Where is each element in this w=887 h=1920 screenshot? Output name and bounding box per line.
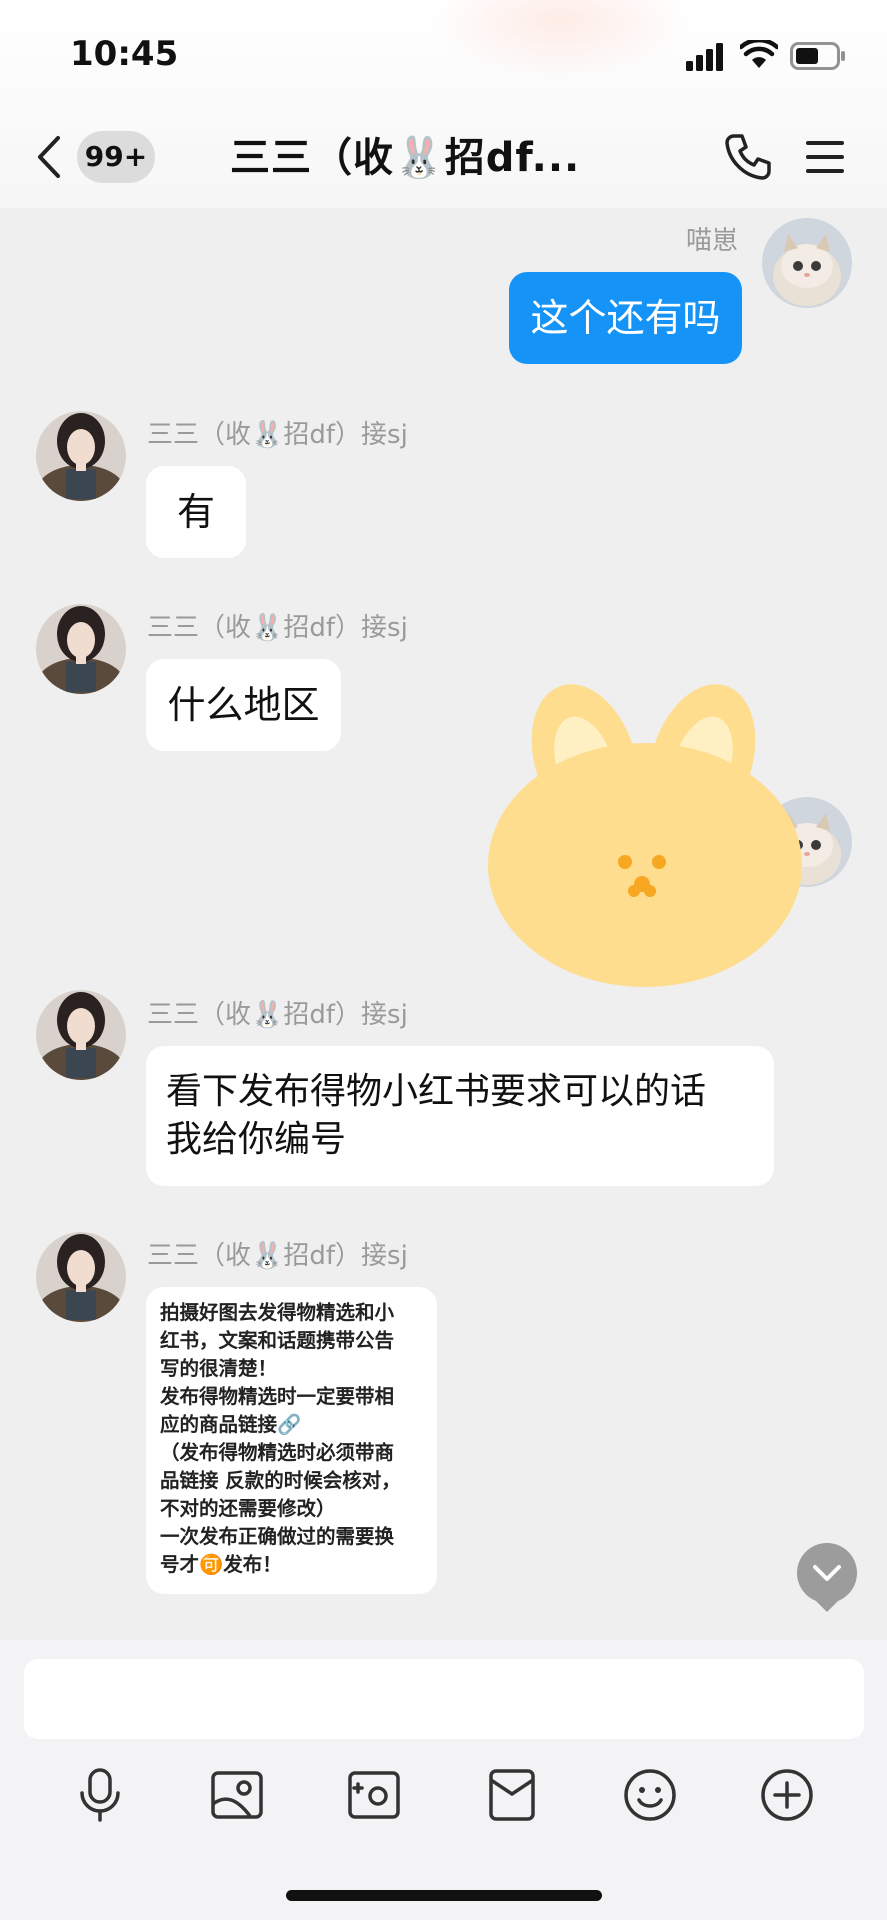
message-bubble-outgoing[interactable]: 这个还有吗 xyxy=(509,272,742,364)
red-packet-icon[interactable] xyxy=(488,1768,536,1822)
yellow-bunny-sticker[interactable] xyxy=(485,665,805,995)
contact-avatar[interactable] xyxy=(36,604,126,694)
scroll-button-tail xyxy=(815,1600,839,1612)
my-avatar[interactable] xyxy=(762,218,852,308)
contact-avatar[interactable] xyxy=(36,1232,126,1322)
message-line: 不对的还需要修改） xyxy=(160,1497,336,1520)
message-line: 号才🉑发布！ xyxy=(160,1553,282,1576)
message-bubble-incoming[interactable]: 拍摄好图去发得物精选和小 红书，文案和话题携带公告 写的很清楚！ 发布得物精选时… xyxy=(146,1287,437,1594)
chat-title: 三三（收🐰招df... xyxy=(230,135,581,181)
cat-avatar-image xyxy=(762,218,852,308)
contact-avatar-image xyxy=(36,604,126,694)
signal-icon xyxy=(686,43,723,71)
message-line: 看下发布得物小红书要求可以的话 xyxy=(166,1071,707,1112)
contact-avatar[interactable] xyxy=(36,990,126,1080)
message-bubble-incoming[interactable]: 什么地区 xyxy=(146,659,341,751)
phone-icon[interactable] xyxy=(724,132,772,180)
sender-name: 三三（收🐰招df）接sj xyxy=(147,1241,408,1271)
message-line: 红书，文案和话题携带公告 xyxy=(160,1329,395,1352)
battery-icon xyxy=(790,42,845,70)
photo-icon[interactable] xyxy=(210,1770,264,1820)
wifi-icon xyxy=(740,40,778,68)
emoji-icon[interactable] xyxy=(623,1768,677,1822)
chevron-down-icon xyxy=(813,1565,841,1581)
message-line: 品链接 反款的时候会核对， xyxy=(160,1469,401,1492)
message-line: 应的商品链接🔗 xyxy=(160,1413,302,1436)
sender-name: 三三（收🐰招df）接sj xyxy=(147,1000,408,1030)
contact-avatar-image xyxy=(36,990,126,1080)
contact-avatar-image xyxy=(36,1232,126,1322)
plus-icon[interactable] xyxy=(760,1768,814,1822)
message-bubble-incoming[interactable]: 有 xyxy=(146,466,246,558)
message-input[interactable] xyxy=(24,1659,864,1739)
message-line: 发布得物精选时一定要带相 xyxy=(160,1385,395,1408)
message-line: （发布得物精选时必须带商 xyxy=(160,1441,395,1464)
camera-icon[interactable] xyxy=(347,1770,401,1820)
message-line: 拍摄好图去发得物精选和小 xyxy=(160,1301,395,1324)
unread-badge[interactable]: 99+ xyxy=(77,131,155,183)
message-line: 一次发布正确做过的需要换 xyxy=(160,1525,395,1548)
contact-avatar[interactable] xyxy=(36,411,126,501)
back-chevron-icon[interactable] xyxy=(34,134,64,180)
menu-icon[interactable] xyxy=(804,138,846,176)
microphone-icon[interactable] xyxy=(76,1767,124,1823)
contact-avatar-image xyxy=(36,411,126,501)
sender-name: 三三（收🐰招df）接sj xyxy=(147,420,408,450)
status-time: 10:45 xyxy=(70,34,179,74)
sender-name: 喵崽 xyxy=(686,226,739,256)
scroll-to-bottom-button[interactable] xyxy=(797,1543,857,1603)
sender-name: 三三（收🐰招df）接sj xyxy=(147,613,408,643)
home-indicator xyxy=(286,1890,602,1901)
message-bubble-incoming[interactable]: 看下发布得物小红书要求可以的话 我给你编号 xyxy=(146,1046,774,1186)
message-line: 我给你编号 xyxy=(166,1119,347,1160)
message-line: 写的很清楚！ xyxy=(160,1357,278,1380)
